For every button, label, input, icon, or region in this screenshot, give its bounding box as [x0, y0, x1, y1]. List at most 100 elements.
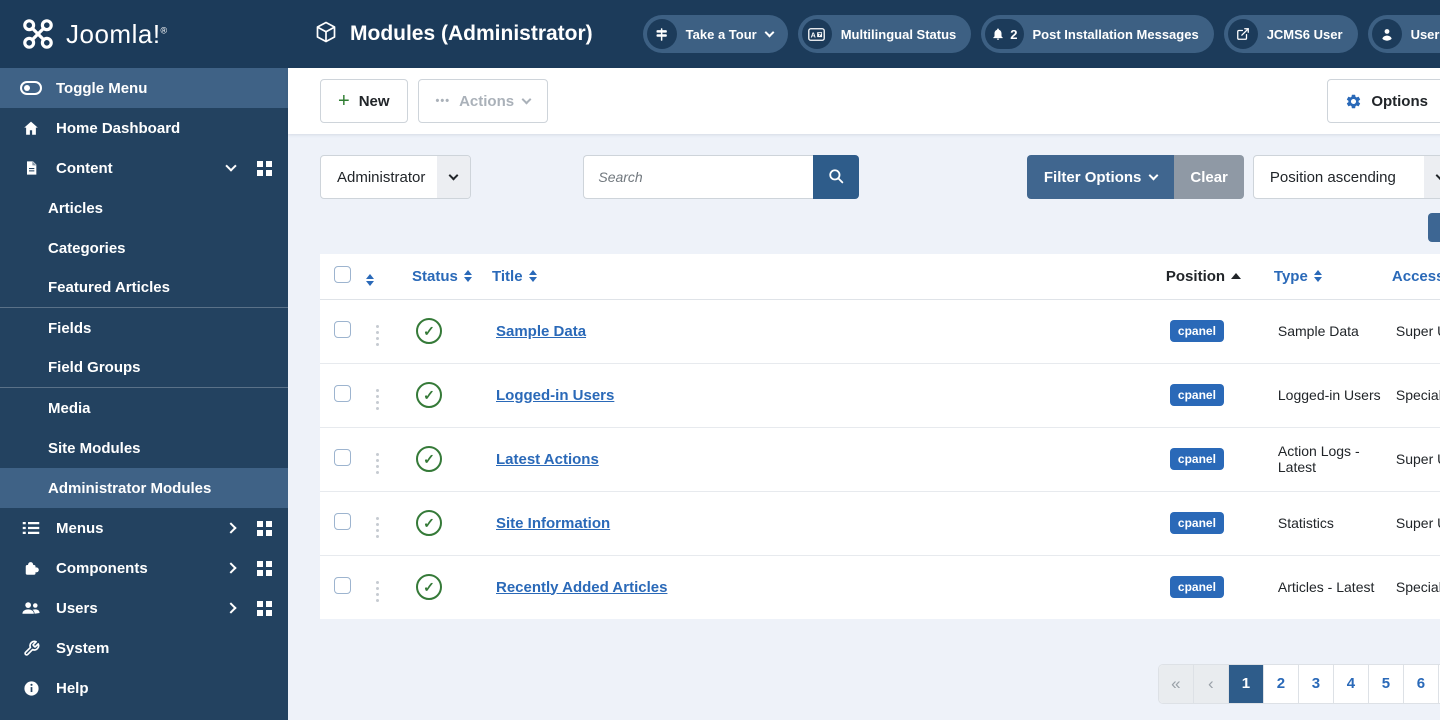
- page-number-button[interactable]: 5: [1368, 664, 1404, 703]
- sidebar-subitem[interactable]: Field Groups +: [0, 348, 288, 388]
- sidebar-subitem-label: Field Groups: [48, 359, 141, 376]
- post-installation-messages-button[interactable]: 2 Post Installation Messages: [981, 15, 1214, 53]
- status-published-icon[interactable]: [416, 574, 442, 600]
- signpost-icon: [646, 19, 677, 49]
- module-title-link[interactable]: Logged-in Users: [496, 387, 614, 404]
- select-value: Position ascending: [1269, 168, 1396, 186]
- page-number-button[interactable]: 1: [1228, 664, 1264, 703]
- type-cell: Logged-in Users: [1277, 387, 1381, 403]
- sidebar-item-menus[interactable]: Menus: [0, 508, 288, 548]
- sidebar-item-home-dashboard[interactable]: Home Dashboard: [0, 108, 288, 148]
- dashboard-grid-icon[interactable]: [257, 520, 272, 536]
- sidebar-item-label: Components: [56, 559, 148, 577]
- client-select[interactable]: Administrator: [320, 155, 472, 199]
- dashboard-grid-icon[interactable]: [257, 600, 272, 616]
- sidebar-item-components[interactable]: Components: [0, 548, 288, 588]
- select-all-checkbox[interactable]: [334, 265, 351, 283]
- sort-select[interactable]: Position ascending: [1252, 155, 1440, 199]
- multilingual-status-button[interactable]: A Multilingual Status: [797, 15, 972, 53]
- sort-ascending-icon: [1231, 273, 1242, 280]
- sidebar-subitem[interactable]: Site Modules +: [0, 428, 288, 468]
- sidebar-subitem[interactable]: Media +: [0, 388, 288, 428]
- status-sort-header[interactable]: Status: [412, 268, 472, 285]
- sidebar-subitem[interactable]: Fields +: [0, 308, 288, 348]
- sidebar-item-label: Toggle Menu: [56, 79, 148, 97]
- access-sort-header[interactable]: Access: [1392, 268, 1440, 285]
- wrench-icon: [20, 640, 42, 657]
- type-cell: Sample Data: [1277, 323, 1359, 339]
- status-published-icon[interactable]: [416, 318, 442, 344]
- dashboard-grid-icon[interactable]: [257, 560, 272, 576]
- row-checkbox[interactable]: [334, 513, 351, 530]
- access-cell: Special: [1395, 579, 1440, 595]
- sidebar-subitem[interactable]: Categories +: [0, 228, 288, 268]
- previous-page-button[interactable]: ‹: [1193, 664, 1229, 703]
- ordering-sort-header[interactable]: [366, 274, 374, 287]
- page-number-button[interactable]: 3: [1298, 664, 1334, 703]
- sidebar-subitem[interactable]: Administrator Modules +: [0, 468, 288, 508]
- row-checkbox[interactable]: [334, 385, 351, 402]
- position-sort-header[interactable]: Position: [1166, 268, 1242, 285]
- module-title-link[interactable]: Sample Data: [496, 323, 586, 340]
- drag-handle-icon[interactable]: [370, 323, 385, 348]
- table-row: Recently Added Articles cpanel Articles …: [320, 555, 1440, 619]
- module-title-link[interactable]: Recently Added Articles: [496, 579, 667, 596]
- drag-handle-icon[interactable]: [370, 387, 385, 412]
- svg-text:A: A: [811, 30, 816, 39]
- new-button[interactable]: + New: [320, 79, 408, 123]
- pill-label: Multilingual Status: [840, 26, 957, 42]
- chevron-down-icon: [764, 27, 775, 37]
- sidebar-item-help[interactable]: Help: [0, 668, 288, 708]
- module-title-link[interactable]: Site Information: [496, 515, 610, 532]
- sidebar-item-label: Home Dashboard: [56, 119, 181, 137]
- search-group: [583, 155, 860, 199]
- drag-handle-icon[interactable]: [370, 515, 385, 540]
- sidebar-item-content[interactable]: Content: [0, 148, 288, 188]
- site-preview-button[interactable]: JCMS6 User: [1223, 15, 1358, 53]
- sidebar-subitem[interactable]: Featured Articles +: [0, 268, 288, 308]
- pill-label: Take a Tour: [685, 26, 757, 42]
- sidebar-subitem-label: Categories: [48, 239, 126, 257]
- page-number-button[interactable]: 4: [1333, 664, 1369, 703]
- clear-button[interactable]: Clear: [1174, 155, 1244, 199]
- first-page-button[interactable]: «: [1158, 664, 1194, 703]
- chevron-down-icon: [225, 160, 237, 172]
- type-cell: Action Logs - Latest: [1277, 443, 1360, 475]
- sidebar-item-toggle-menu[interactable]: Toggle Menu: [0, 68, 288, 108]
- page-number-button[interactable]: 6: [1403, 664, 1439, 703]
- search-button[interactable]: [813, 155, 860, 199]
- cube-icon: [314, 20, 338, 49]
- columns-toggle-button[interactable]: 7/7 Columns: [1427, 213, 1440, 242]
- table-row: Latest Actions cpanel Action Logs - Late…: [320, 427, 1440, 491]
- actions-button[interactable]: ••• Actions: [417, 79, 549, 123]
- row-checkbox[interactable]: [334, 321, 351, 338]
- status-published-icon[interactable]: [416, 510, 442, 536]
- toggle-icon: [20, 81, 42, 95]
- button-label: Actions: [459, 92, 515, 110]
- user-menu-button[interactable]: User Menu: [1367, 15, 1440, 53]
- status-published-icon[interactable]: [416, 382, 442, 408]
- status-published-icon[interactable]: [416, 446, 442, 472]
- search-input[interactable]: [583, 155, 814, 199]
- options-button[interactable]: Options: [1327, 79, 1440, 123]
- sidebar: Joomla!® Toggle Menu Home Dashboard Cont…: [0, 0, 288, 720]
- row-checkbox[interactable]: [334, 577, 351, 594]
- document-icon: [20, 159, 42, 177]
- filter-options-button[interactable]: Filter Options: [1026, 155, 1175, 199]
- sidebar-subitem[interactable]: Articles +: [0, 188, 288, 228]
- drag-handle-icon[interactable]: [370, 451, 385, 476]
- row-checkbox[interactable]: [334, 449, 351, 466]
- drag-handle-icon[interactable]: [370, 579, 385, 604]
- page-number-button[interactable]: 2: [1263, 664, 1299, 703]
- table-row: Site Information cpanel Statistics Super…: [320, 491, 1440, 555]
- dashboard-grid-icon[interactable]: [257, 160, 272, 176]
- pill-label: JCMS6 User: [1266, 26, 1343, 42]
- type-sort-header[interactable]: Type: [1274, 268, 1322, 285]
- users-icon: [20, 600, 42, 616]
- sidebar-item-users[interactable]: Users: [0, 588, 288, 628]
- sidebar-item-system[interactable]: System: [0, 628, 288, 668]
- module-title-link[interactable]: Latest Actions: [496, 451, 599, 468]
- take-a-tour-button[interactable]: Take a Tour: [642, 15, 788, 53]
- title-sort-header[interactable]: Title: [492, 268, 537, 285]
- sidebar-subitem-label: Administrator Modules: [48, 479, 212, 497]
